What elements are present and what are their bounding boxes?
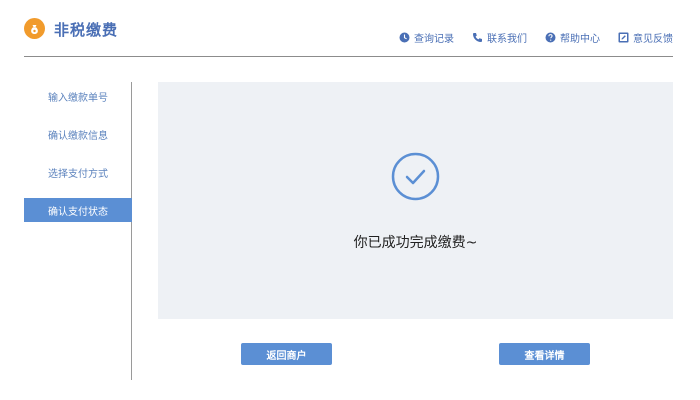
sidebar-item-select-payment-method[interactable]: 选择支付方式	[24, 160, 132, 184]
step-sidebar: 输入缴款单号 确认缴款信息 选择支付方式 确认支付状态	[24, 82, 132, 380]
nav-help-center[interactable]: 帮助中心	[545, 30, 600, 45]
result-panel: 你已成功完成缴费~	[158, 82, 673, 319]
nav-query-records[interactable]: 查询记录	[399, 30, 454, 45]
nav-feedback[interactable]: 意见反馈	[618, 30, 673, 45]
sidebar-item-input-bill-number[interactable]: 输入缴款单号	[24, 84, 132, 108]
phone-icon	[473, 33, 482, 42]
header-divider	[24, 56, 673, 57]
sidebar-item-confirm-payment-status[interactable]: 确认支付状态	[24, 198, 132, 222]
sidebar-item-confirm-payment-info[interactable]: 确认缴款信息	[24, 122, 132, 146]
app-title: 非税缴费	[54, 21, 119, 39]
top-nav: 查询记录 联系我们 帮助中心 意见反馈	[381, 30, 673, 45]
success-message: 你已成功完成缴费~	[353, 235, 478, 251]
help-icon	[545, 32, 556, 43]
nav-contact-us[interactable]: 联系我们	[472, 30, 527, 45]
check-circle-icon	[391, 152, 440, 201]
nav-query-records-label: 查询记录	[414, 34, 454, 45]
edit-icon	[618, 32, 629, 43]
view-details-button[interactable]: 查看详情	[499, 343, 590, 365]
nav-help-center-label: 帮助中心	[560, 34, 600, 45]
clock-icon	[399, 32, 410, 43]
nav-feedback-label: 意见反馈	[633, 34, 673, 45]
payment-page: 非税缴费 查询记录 联系我们 帮助中心 意见反馈 输入缴款单号 确认缴款信息 选…	[0, 0, 700, 400]
money-bag-icon	[24, 18, 45, 39]
return-merchant-button[interactable]: 返回商户	[241, 343, 332, 365]
nav-contact-us-label: 联系我们	[487, 34, 527, 45]
